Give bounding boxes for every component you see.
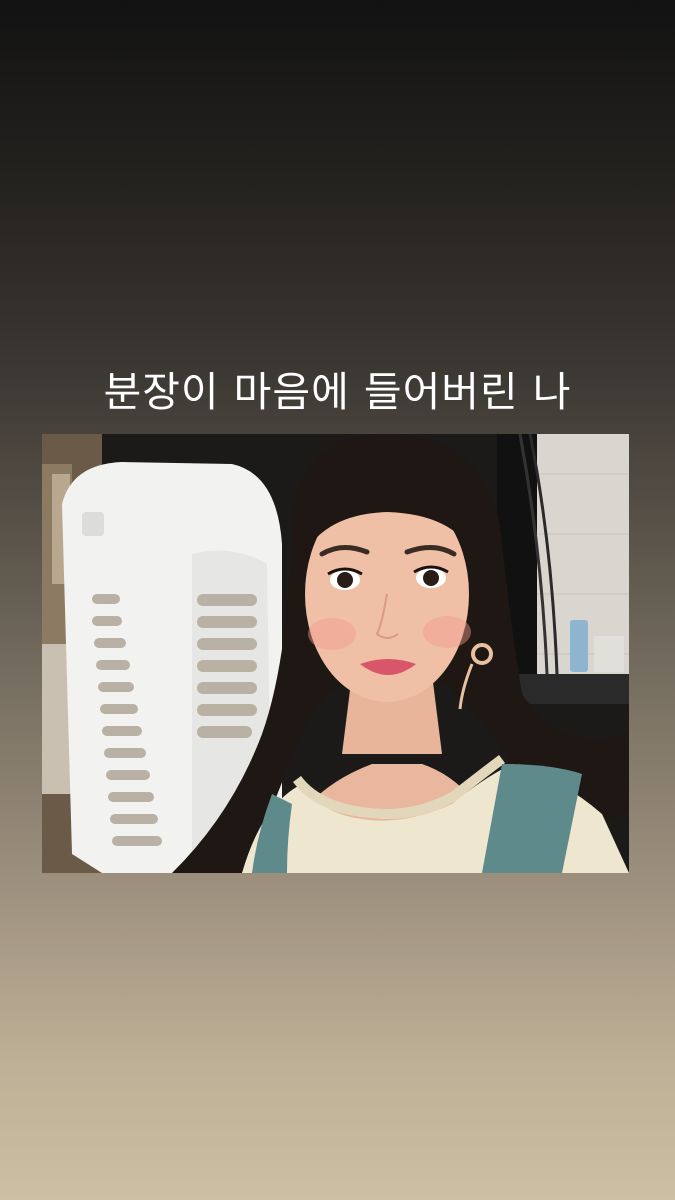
selfie-photo (42, 434, 629, 873)
story-caption: 분장이 마음에 들어버린 나 (103, 368, 572, 416)
bottle (570, 620, 588, 672)
